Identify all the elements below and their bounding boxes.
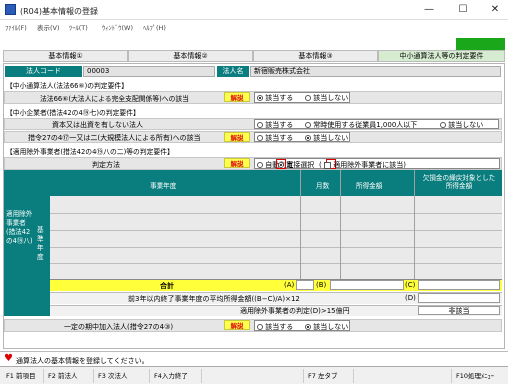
grid-row-line bbox=[50, 263, 502, 264]
tab-basic-3[interactable]: 基本情報③ bbox=[253, 50, 378, 62]
tab-strip: 基本情報① 基本情報② 基本情報③ 中小通算法人等の判定要件 bbox=[3, 50, 505, 62]
sec1-row-label: 法法66⑥(大法人による完全支配関係等)への該当 bbox=[40, 95, 189, 103]
menu-tools[interactable]: ﾂｰﾙ(T) bbox=[69, 22, 88, 32]
total-months-field[interactable] bbox=[296, 280, 314, 290]
radio-direct-select[interactable]: 直接選択 bbox=[278, 160, 314, 170]
menu-help[interactable]: ﾍﾙﾌﾟ(H) bbox=[143, 22, 166, 32]
f2-key[interactable]: F2 前法人 bbox=[46, 369, 94, 383]
window-title: (R04)基本情報の登録 bbox=[20, 7, 98, 16]
grid-row-line bbox=[50, 247, 502, 248]
sec1-kaisetsu-button[interactable]: 解説 bbox=[224, 92, 250, 102]
title-bar: (R04)基本情報の登録 — ☐ ✕ bbox=[0, 0, 508, 20]
f8-key[interactable] bbox=[356, 369, 452, 383]
sec4-yes-label: 該当する bbox=[265, 323, 294, 331]
sec4-radio-no[interactable]: 該当しない bbox=[305, 322, 348, 332]
col-header-months: 月数 bbox=[316, 182, 330, 190]
sec2-row1-radio-mid[interactable]: 常時使用する従業員1,000人以下 bbox=[305, 120, 417, 130]
sec2-row1-no-label: 該当しない bbox=[448, 121, 484, 129]
exempt-side-label: 適用除外事業者(措法42の4⑲八) bbox=[6, 210, 33, 245]
sec4-no-label: 該当しない bbox=[313, 323, 349, 331]
exempt-checkbox-label: 適用除外事業者に該当 bbox=[333, 161, 404, 169]
tab-sme-criteria[interactable]: 中小通算法人等の判定要件 bbox=[378, 50, 505, 62]
sec2-kaisetsu-button[interactable]: 解説 bbox=[224, 132, 250, 142]
grid-col-line bbox=[300, 170, 301, 279]
app-icon bbox=[5, 4, 16, 15]
table-body bbox=[50, 196, 502, 279]
toolbar bbox=[0, 33, 508, 50]
average-label: 前3年以内終了事業年度の平均所得金額((B−C)/A)×12 bbox=[128, 295, 300, 303]
f7-key[interactable]: F7 左タブ bbox=[306, 369, 354, 383]
close-button[interactable]: ✕ bbox=[484, 2, 506, 17]
sec3-kaisetsu-button[interactable]: 解説 bbox=[224, 158, 250, 168]
sec4-label: 一定の期中加入法人(措令27の4③) bbox=[64, 323, 174, 331]
f3-key[interactable]: F3 次法人 bbox=[96, 369, 150, 383]
heart-icon: ♥ bbox=[4, 353, 13, 364]
menu-window[interactable]: ｳｨﾝﾄﾞｳ(W) bbox=[102, 22, 133, 32]
company-code-field[interactable]: 00003 bbox=[83, 66, 215, 77]
grid-row-line bbox=[50, 230, 502, 231]
mark-d: (D) bbox=[405, 294, 416, 302]
col-header-loss: 欠損金の繰戻対象とした所得金額 bbox=[422, 174, 496, 190]
tab-basic-1[interactable]: 基本情報① bbox=[3, 50, 128, 62]
sec2-row1-radio-yes[interactable]: 該当する bbox=[257, 120, 293, 130]
status-text: 通算法人の基本情報を登録してください。 bbox=[16, 357, 149, 365]
sec1-radio-no[interactable]: 該当しない bbox=[305, 93, 348, 103]
sec1-radio-yes[interactable]: 該当する bbox=[257, 93, 293, 103]
sec2-row1-label: 資本又は出資を有しない法人 bbox=[52, 121, 143, 129]
grid-col-line bbox=[414, 170, 415, 279]
sec2-row2-no-label: 該当しない bbox=[313, 134, 349, 142]
f5-key[interactable] bbox=[204, 369, 304, 383]
sec1-radio-yes-label: 該当する bbox=[265, 94, 294, 102]
tab-basic-2[interactable]: 基本情報② bbox=[128, 50, 253, 62]
section2-heading: 【中小企業者(措法42の4⑲七)の判定要件】 bbox=[6, 109, 140, 117]
section3-heading: 【適用除外事業者(措法42の4⑲八の二)等の判定要件】 bbox=[6, 148, 174, 156]
sec2-row1-mid-label: 常時使用する従業員1,000人以下 bbox=[313, 121, 418, 129]
f10-key[interactable]: F10処理ﾒﾆｭｰ bbox=[454, 369, 506, 383]
grid-col-line bbox=[340, 170, 341, 279]
judge-method-label: 判定方法 bbox=[92, 161, 120, 169]
col-header-year: 事業年度 bbox=[150, 182, 177, 190]
menu-file[interactable]: ﾌｧｲﾙ(F) bbox=[5, 22, 27, 32]
radio-direct-label: 直接選択 bbox=[286, 161, 315, 169]
menu-bar: ﾌｧｲﾙ(F) 表示(V) ﾂｰﾙ(T) ｳｨﾝﾄﾞｳ(W) ﾍﾙﾌﾟ(H) bbox=[0, 20, 508, 33]
sec2-row2-radio-no[interactable]: 該当しない bbox=[305, 133, 348, 143]
base-year-label: 基準年度 bbox=[37, 226, 44, 261]
sec2-row2-yes-label: 該当する bbox=[265, 134, 294, 142]
mark-b: (B) bbox=[316, 281, 327, 289]
function-key-bar: F1 前項目 F2 前法人 F3 次法人 F4入力終了 F7 左タブ F10処理… bbox=[0, 366, 508, 384]
f4-key[interactable]: F4入力終了 bbox=[152, 369, 202, 383]
sec4-radio-yes[interactable]: 該当する bbox=[257, 322, 293, 332]
col-header-income: 所得金額 bbox=[356, 182, 383, 190]
mark-a: (A) bbox=[284, 281, 295, 289]
sec2-row2-radio-yes[interactable]: 該当する bbox=[257, 133, 293, 143]
menu-view[interactable]: 表示(V) bbox=[37, 22, 60, 32]
sec2-row2-label: 措令27の4⑰一又は二(大規模法人による所有)への該当 bbox=[28, 134, 201, 142]
sec2-row1-yes-label: 該当する bbox=[265, 121, 294, 129]
section1-heading: 【中小通算法人(法法66⑥)の判定要件】 bbox=[6, 82, 128, 90]
green-indicator bbox=[456, 38, 505, 50]
judge-value: 非該当 bbox=[418, 306, 500, 315]
mark-c: (C) bbox=[405, 281, 416, 289]
total-label: 合計 bbox=[160, 282, 174, 290]
status-bar: ♥ 通算法人の基本情報を登録してください。 bbox=[0, 351, 508, 366]
grid-row-line bbox=[50, 213, 502, 214]
total-income-field[interactable] bbox=[330, 280, 404, 290]
f1-key[interactable]: F1 前項目 bbox=[4, 369, 44, 383]
minimize-button[interactable]: — bbox=[418, 2, 440, 17]
sec1-radio-no-label: 該当しない bbox=[313, 94, 349, 102]
total-loss-field[interactable] bbox=[418, 280, 500, 290]
sec2-row1-radio-no[interactable]: 該当しない bbox=[440, 120, 483, 130]
sec4-kaisetsu-button[interactable]: 解説 bbox=[224, 320, 250, 330]
company-name-label: 法人名 bbox=[217, 66, 249, 77]
exempt-checkbox[interactable]: ( 適用除外事業者に該当) bbox=[319, 160, 406, 170]
company-code-label: 法人コード bbox=[5, 66, 82, 77]
company-name-field[interactable]: 新宿販売株式会社 bbox=[250, 66, 501, 77]
average-field[interactable] bbox=[418, 293, 500, 303]
judge-label: 適用除外事業者の判定(D)>15億円 bbox=[240, 307, 350, 315]
maximize-button[interactable]: ☐ bbox=[452, 2, 474, 17]
